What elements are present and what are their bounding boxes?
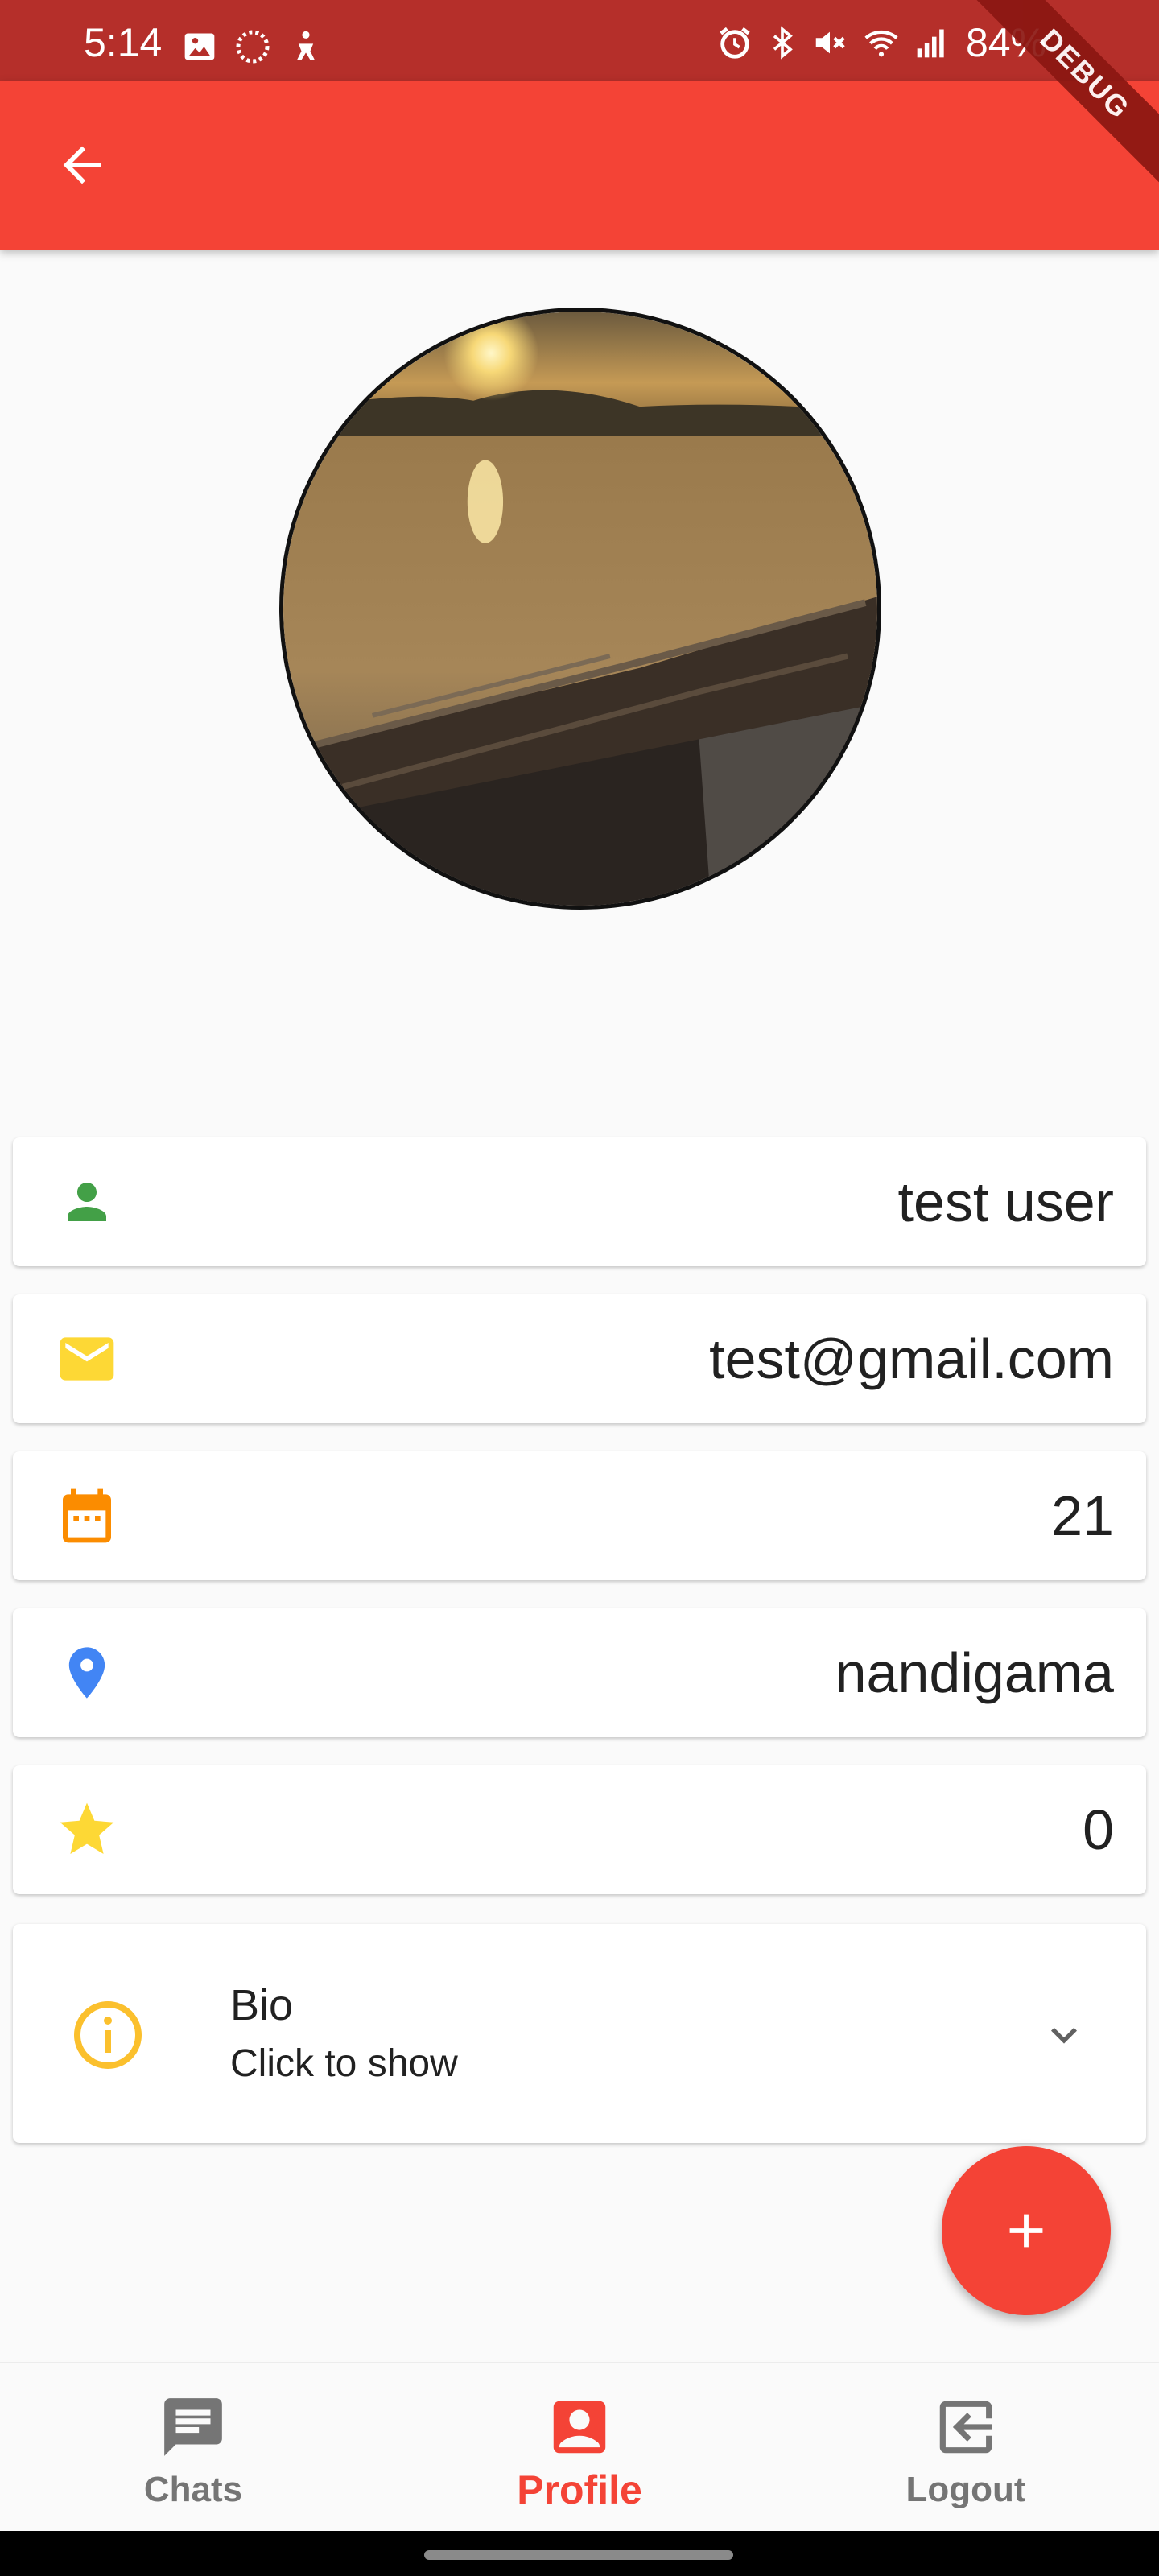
bio-subtitle: Click to show [230, 2042, 458, 2085]
status-left-icons [182, 27, 324, 70]
email-card: test@gmail.com [13, 1294, 1146, 1423]
status-right-icons [716, 24, 950, 65]
nav-label-logout: Logout [905, 2470, 1026, 2509]
logout-icon [930, 2391, 1002, 2463]
nav-item-logout[interactable]: Logout [773, 2363, 1159, 2533]
battery-level: 84% [966, 20, 1047, 65]
location-card: nandigama [13, 1608, 1146, 1737]
back-button[interactable] [40, 123, 124, 207]
system-navigation-bar [0, 2531, 1159, 2576]
sync-icon [233, 27, 272, 70]
signal-icon [914, 24, 950, 65]
gallery-icon [182, 29, 217, 68]
chevron-down-icon[interactable] [1038, 2009, 1090, 2061]
calendar-icon [55, 1484, 119, 1548]
bio-expansion-tile[interactable]: Bio Click to show [13, 1924, 1146, 2143]
location-pin-icon [55, 1641, 119, 1705]
arrow-back-icon [63, 146, 101, 184]
rating-card: 0 [13, 1765, 1146, 1894]
avatar [279, 308, 881, 910]
age-value: 21 [1051, 1484, 1114, 1547]
info-icon [69, 1996, 146, 2074]
status-time: 5:14 [84, 20, 163, 65]
home-indicator[interactable] [424, 2550, 733, 2560]
mute-icon [811, 24, 848, 65]
add-button[interactable] [942, 2146, 1111, 2315]
nav-label-profile: Profile [517, 2467, 642, 2512]
alarm-icon [716, 24, 753, 65]
mail-icon [55, 1327, 119, 1391]
name-card: test user [13, 1137, 1146, 1266]
account-box-icon [543, 2391, 616, 2463]
status-bar: 5:14 84% [0, 0, 1159, 80]
person-icon [55, 1170, 119, 1234]
location-value: nandigama [835, 1641, 1114, 1704]
bio-title: Bio [230, 1981, 294, 2029]
email-value: test@gmail.com [709, 1327, 1114, 1390]
avatar-photo [283, 312, 877, 906]
name-value: test user [897, 1170, 1114, 1233]
app-bar [0, 80, 1159, 250]
plus-icon [1009, 2214, 1043, 2248]
age-card: 21 [13, 1451, 1146, 1580]
rating-value: 0 [1083, 1798, 1114, 1861]
chat-icon [157, 2391, 229, 2463]
nav-item-profile[interactable]: Profile [386, 2363, 773, 2533]
accessibility-icon [288, 29, 324, 68]
star-icon [55, 1798, 119, 1862]
nav-item-chats[interactable]: Chats [0, 2363, 386, 2533]
bluetooth-icon [766, 24, 798, 65]
wifi-icon [861, 24, 901, 65]
bottom-navigation: Chats Profile Logout [0, 2362, 1159, 2531]
nav-label-chats: Chats [143, 2470, 243, 2509]
